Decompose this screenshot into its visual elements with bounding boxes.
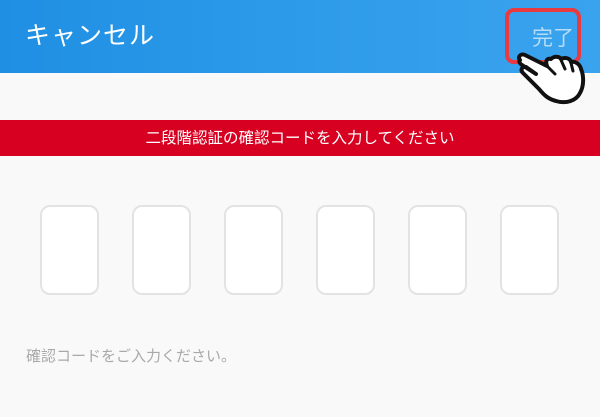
instruction-banner: 二段階認証の確認コードを入力してください xyxy=(0,120,600,156)
navigation-bar: キャンセル 完了 xyxy=(0,0,600,73)
code-digit-3[interactable] xyxy=(224,205,283,295)
hint-text: 確認コードをご入力ください。 xyxy=(26,347,237,365)
code-digit-5[interactable] xyxy=(408,205,467,295)
two-factor-screen: キャンセル 完了 二段階認証の確認コードを入力してください 確認コードをご入力く… xyxy=(0,0,600,417)
code-digit-2[interactable] xyxy=(132,205,191,295)
code-digit-6[interactable] xyxy=(500,205,559,295)
cancel-button[interactable]: キャンセル xyxy=(25,20,155,52)
code-digit-4[interactable] xyxy=(316,205,375,295)
code-digit-1[interactable] xyxy=(40,205,99,295)
pointing-hand-icon xyxy=(516,52,586,105)
